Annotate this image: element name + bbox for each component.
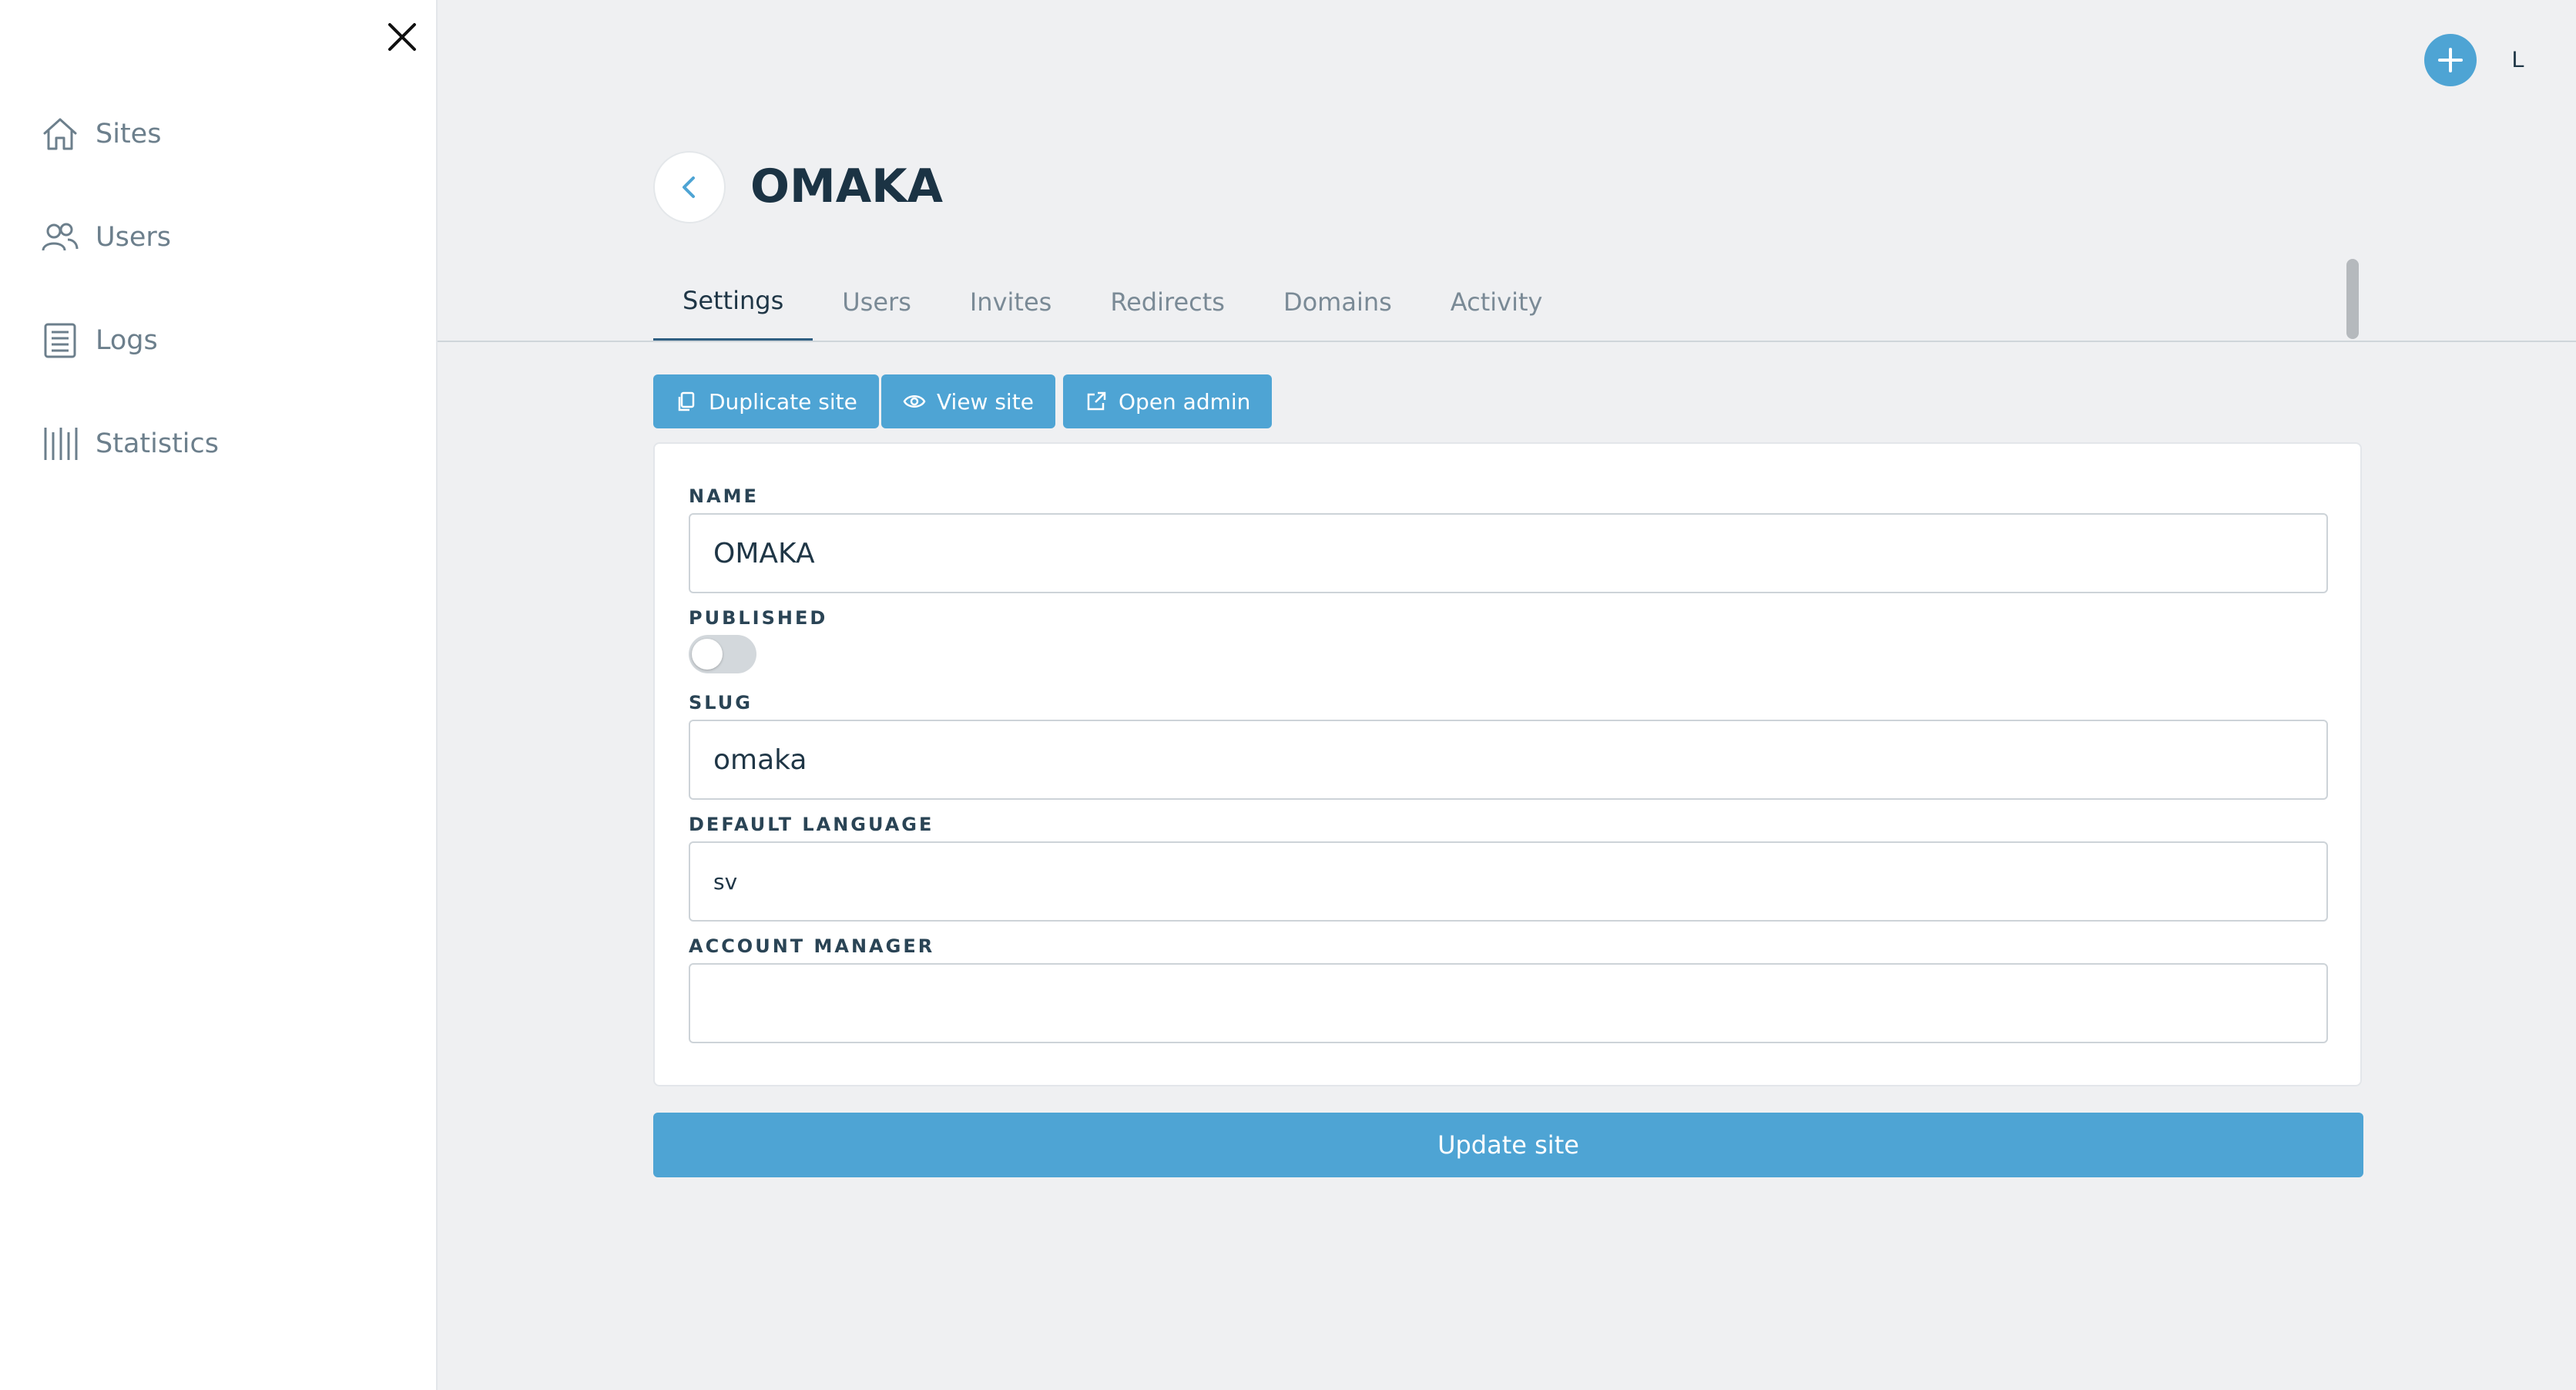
- default-language-label: DEFAULT LANGUAGE: [689, 814, 934, 835]
- sidebar-item-users[interactable]: Users: [40, 214, 171, 260]
- view-site-button[interactable]: View site: [881, 374, 1055, 428]
- account-manager-field[interactable]: [689, 963, 2328, 1043]
- tab-redirects[interactable]: Redirects: [1081, 262, 1254, 342]
- home-icon: [40, 114, 80, 154]
- copy-icon: [678, 391, 695, 411]
- external-link-icon: [1087, 391, 1106, 411]
- plus-icon: [2438, 48, 2463, 72]
- tabs-divider: [438, 341, 2576, 342]
- close-icon[interactable]: [385, 20, 419, 54]
- add-button[interactable]: [2424, 34, 2477, 86]
- account-manager-label: ACCOUNT MANAGER: [689, 935, 935, 957]
- duplicate-site-label: Duplicate site: [709, 388, 857, 415]
- sidebar-item-sites[interactable]: Sites: [40, 111, 161, 157]
- slug-field[interactable]: [689, 720, 2328, 800]
- open-admin-label: Open admin: [1119, 388, 1251, 415]
- bars-icon: [40, 424, 80, 464]
- sidebar-item-logs[interactable]: Logs: [40, 317, 158, 364]
- scrollbar-thumb[interactable]: [2346, 259, 2359, 339]
- tab-bar: Settings Users Invites Redirects Domains…: [653, 262, 1571, 342]
- user-menu[interactable]: L: [2507, 42, 2530, 79]
- tab-domains[interactable]: Domains: [1254, 262, 1421, 342]
- page-title: OMAKA: [750, 159, 944, 213]
- tab-activity[interactable]: Activity: [1421, 262, 1572, 342]
- published-toggle[interactable]: [689, 635, 756, 673]
- users-icon: [40, 217, 80, 257]
- sidebar-item-label: Users: [96, 222, 172, 253]
- duplicate-site-button[interactable]: Duplicate site: [653, 374, 879, 428]
- sidebar-item-statistics[interactable]: Statistics: [40, 421, 219, 467]
- chevron-left-icon: [683, 176, 695, 198]
- name-field[interactable]: [689, 513, 2328, 593]
- sidebar-item-label: Statistics: [96, 428, 219, 459]
- open-admin-button[interactable]: Open admin: [1063, 374, 1273, 428]
- sidebar: Sites Users Logs Statistics: [0, 0, 438, 1390]
- default-language-field[interactable]: [689, 841, 2328, 922]
- sidebar-item-label: Sites: [96, 119, 162, 149]
- slug-label: SLUG: [689, 692, 753, 713]
- back-button[interactable]: [653, 151, 726, 223]
- tab-users[interactable]: Users: [813, 262, 941, 342]
- eye-icon: [903, 395, 926, 408]
- tab-settings[interactable]: Settings: [653, 262, 813, 342]
- notebook-icon: [40, 321, 80, 361]
- toggle-knob: [692, 639, 723, 670]
- published-label: PUBLISHED: [689, 607, 828, 629]
- tab-invites[interactable]: Invites: [941, 262, 1081, 342]
- view-site-label: View site: [937, 388, 1034, 415]
- name-label: NAME: [689, 485, 759, 507]
- sidebar-item-label: Logs: [96, 325, 158, 356]
- update-site-button[interactable]: Update site: [653, 1113, 2363, 1177]
